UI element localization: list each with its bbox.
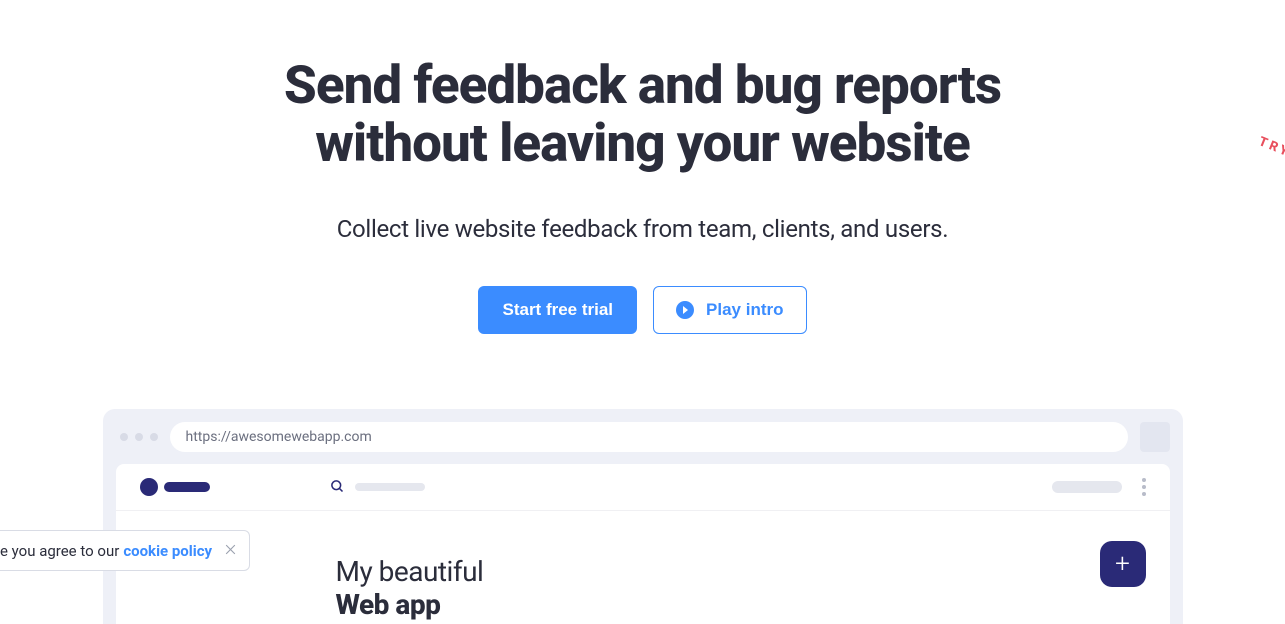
hero-title: Send feedback and bug reports without le… [0,56,1285,173]
kebab-menu-icon[interactable] [1142,478,1146,496]
hero-title-line1: Send feedback and bug reports [284,54,1001,116]
app-heading: My beautiful Web app [336,555,1146,621]
address-url: https://awesomewebapp.com [186,429,372,445]
plus-icon: + [1115,549,1130,579]
cookie-policy-link[interactable]: cookie policy [123,542,212,560]
add-feedback-button[interactable]: + [1100,541,1146,587]
address-bar[interactable]: https://awesomewebapp.com [170,422,1128,452]
play-intro-label: Play intro [706,300,783,320]
traffic-light-dot [150,433,158,441]
cookie-text: e you agree to our [0,542,119,560]
browser-mockup: https://awesomewebapp.com My beautiful W… [103,409,1183,624]
topbar-right-placeholder [1052,481,1122,493]
app-topbar [116,464,1170,511]
search-placeholder-ghost [355,483,425,491]
traffic-light-dot [120,433,128,441]
traffic-light-dot [135,433,143,441]
browser-tab-placeholder [1140,422,1170,452]
hero-subtitle: Collect live website feedback from team,… [0,215,1285,243]
play-intro-button[interactable]: Play intro [653,286,806,334]
traffic-lights [120,433,158,441]
start-free-trial-button[interactable]: Start free trial [478,286,637,334]
cookie-close-button[interactable] [224,541,237,560]
hero-title-line2: without leaving your website [315,112,970,174]
browser-chrome-bar: https://awesomewebapp.com [116,422,1170,464]
cookie-consent-bar: e you agree to our cookie policy [0,530,250,571]
cta-row: Start free trial Play intro [0,286,1285,334]
app-logo-dot-icon [140,478,158,496]
search-icon [330,479,345,494]
play-icon [676,301,694,319]
search-area[interactable] [330,479,425,494]
app-heading-line2: Web app [336,588,1146,621]
app-heading-line1: My beautiful [336,555,1146,588]
demo-app: My beautiful Web app + [116,464,1170,624]
app-logo-bar [164,482,210,492]
